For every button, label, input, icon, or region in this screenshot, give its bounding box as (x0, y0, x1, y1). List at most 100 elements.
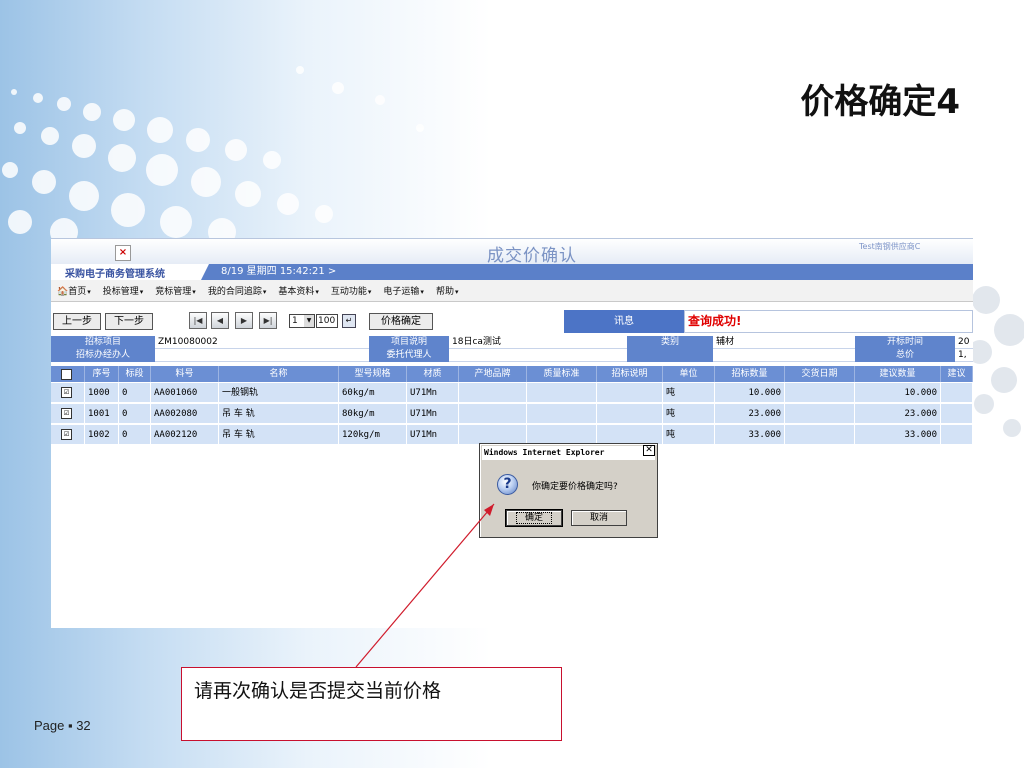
dialog-cancel-button[interactable]: 取消 (571, 510, 627, 526)
section-cell: 0 (119, 383, 151, 403)
system-name: 采购电子商务管理系统 (65, 269, 165, 280)
suggest-qty-cell[interactable]: 33.000 (855, 425, 941, 445)
col-header: 序号 (85, 366, 119, 382)
menu-help[interactable]: 帮助▾ (430, 284, 465, 297)
suggest-cell[interactable] (941, 404, 973, 424)
col-header: 材质 (407, 366, 459, 382)
unit-cell: 吨 (663, 383, 715, 403)
menu-interaction[interactable]: 互动功能▾ (325, 284, 378, 297)
agent-label: 委托代理人 (369, 349, 449, 362)
prev-page-icon[interactable]: ◀ (211, 312, 229, 329)
info-row-1: 招标项目 ZM10080002 项目说明 18日ca测试 类别 辅材 开标时间 … (51, 336, 973, 349)
quality-cell (527, 404, 597, 424)
blank-value (713, 349, 855, 362)
menu-bid-management[interactable]: 投标管理▾ (97, 284, 150, 297)
table-row[interactable]: ☑ 1000 0 AA001060 一般钢轨 60kg/m U71Mn 吨 10… (51, 383, 973, 403)
page-number-select[interactable]: 1 ▼ (289, 314, 315, 328)
seq-cell: 1002 (85, 425, 119, 445)
menu-e-transport[interactable]: 电子运输▾ (377, 284, 430, 297)
dialog-ok-button[interactable]: 确定 (505, 509, 563, 527)
message-value: 查询成功! (684, 310, 973, 333)
confirm-dialog: Windows Internet Explorer ✕ ? 你确定要价格确定吗?… (479, 443, 658, 538)
note-cell (597, 383, 663, 403)
menu-contract-tracking[interactable]: 我的合同追踪▾ (202, 284, 273, 297)
confirm-price-button[interactable]: 价格确定 (369, 313, 433, 330)
material-cell: U71Mn (407, 425, 459, 445)
total-label: 总价 (855, 349, 955, 362)
col-header: 建议 (941, 366, 973, 382)
menu-basic-data[interactable]: 基本资料▾ (272, 284, 325, 297)
handler-label: 招标办经办人 (51, 349, 155, 362)
first-page-icon[interactable]: |◀ (189, 312, 207, 329)
category-value: 辅材 (713, 336, 855, 349)
name-cell: 一般钢轨 (219, 383, 339, 403)
app-screenshot: × 成交价确认 Test南钢供应商C 采购电子商务管理系统 8/19 星期四 1… (51, 238, 973, 628)
col-header: 标段 (119, 366, 151, 382)
spec-cell: 80kg/m (339, 404, 407, 424)
page-number: Page ▪ 32 (34, 718, 91, 733)
col-header: 招标说明 (597, 366, 663, 382)
dialog-title: Windows Internet Explorer (482, 446, 655, 460)
col-header: 质量标准 (527, 366, 597, 382)
table-row[interactable]: ☑ 1001 0 AA002080 吊 车 轨 80kg/m U71Mn 吨 2… (51, 404, 973, 424)
go-icon[interactable]: ↵ (342, 314, 356, 328)
datetime-bar: 8/19 星期四 15:42:21 > (201, 264, 973, 280)
section-cell: 0 (119, 404, 151, 424)
category-label: 类别 (627, 336, 713, 349)
open-time-value: 20 (955, 336, 973, 349)
suggest-qty-cell[interactable]: 23.000 (855, 404, 941, 424)
code-cell: AA002080 (151, 404, 219, 424)
page-size-input[interactable]: 100 (316, 314, 338, 328)
quality-cell (527, 383, 597, 403)
seq-cell: 1001 (85, 404, 119, 424)
agent-value (449, 349, 627, 362)
select-all-checkbox[interactable] (61, 369, 72, 380)
next-page-icon[interactable]: ▶ (235, 312, 253, 329)
qty-cell: 23.000 (715, 404, 785, 424)
row-select-cell: ☑ (51, 383, 85, 403)
message-label: 讯息 (564, 310, 684, 333)
suggest-cell[interactable] (941, 425, 973, 445)
table-row[interactable]: ☑ 1002 0 AA002120 吊 车 轨 120kg/m U71Mn 吨 … (51, 425, 973, 445)
info-row-2: 招标办经办人 委托代理人 总价 1, (51, 349, 973, 362)
suggest-qty-cell[interactable]: 10.000 (855, 383, 941, 403)
prev-step-button[interactable]: 上一步 (53, 313, 101, 330)
row-checkbox[interactable]: ☑ (61, 408, 72, 419)
menu-home[interactable]: 🏠首页▾ (51, 284, 97, 297)
page-title: 成交价确认 (487, 246, 577, 266)
unit-cell: 吨 (663, 404, 715, 424)
total-value: 1, (955, 349, 973, 362)
last-page-icon[interactable]: ▶| (259, 312, 277, 329)
col-header: 名称 (219, 366, 339, 382)
row-checkbox[interactable]: ☑ (61, 429, 72, 440)
col-header: 招标数量 (715, 366, 785, 382)
origin-cell (459, 425, 527, 445)
col-header: 建议数量 (855, 366, 941, 382)
col-header: 单位 (663, 366, 715, 382)
row-select-cell: ☑ (51, 425, 85, 445)
row-checkbox[interactable]: ☑ (61, 387, 72, 398)
table-header: 序号 标段 料号 名称 型号规格 材质 产地品牌 质量标准 招标说明 单位 招标… (51, 366, 973, 382)
delivery-cell (785, 404, 855, 424)
user-name[interactable]: Test南钢供应商C (859, 241, 920, 252)
next-step-button[interactable]: 下一步 (105, 313, 153, 330)
material-cell: U71Mn (407, 404, 459, 424)
note-cell (597, 404, 663, 424)
qty-cell: 33.000 (715, 425, 785, 445)
home-icon: 🏠 (57, 287, 69, 297)
suggest-cell[interactable] (941, 383, 973, 403)
description-value: 18日ca测试 (449, 336, 627, 349)
code-cell: AA001060 (151, 383, 219, 403)
menu-auction-management[interactable]: 竞标管理▾ (149, 284, 202, 297)
app-title-bar: × 成交价确认 Test南钢供应商C (51, 238, 973, 266)
col-header: 交货日期 (785, 366, 855, 382)
origin-cell (459, 383, 527, 403)
main-menu: 🏠首页▾ 投标管理▾ 竞标管理▾ 我的合同追踪▾ 基本资料▾ 互动功能▾ 电子运… (51, 280, 973, 302)
open-time-label: 开标时间 (855, 336, 955, 349)
delivery-cell (785, 383, 855, 403)
close-icon[interactable]: ✕ (643, 445, 655, 456)
system-header: 采购电子商务管理系统 8/19 星期四 15:42:21 > (51, 264, 973, 280)
code-cell: AA002120 (151, 425, 219, 445)
unit-cell: 吨 (663, 425, 715, 445)
name-cell: 吊 车 轨 (219, 404, 339, 424)
